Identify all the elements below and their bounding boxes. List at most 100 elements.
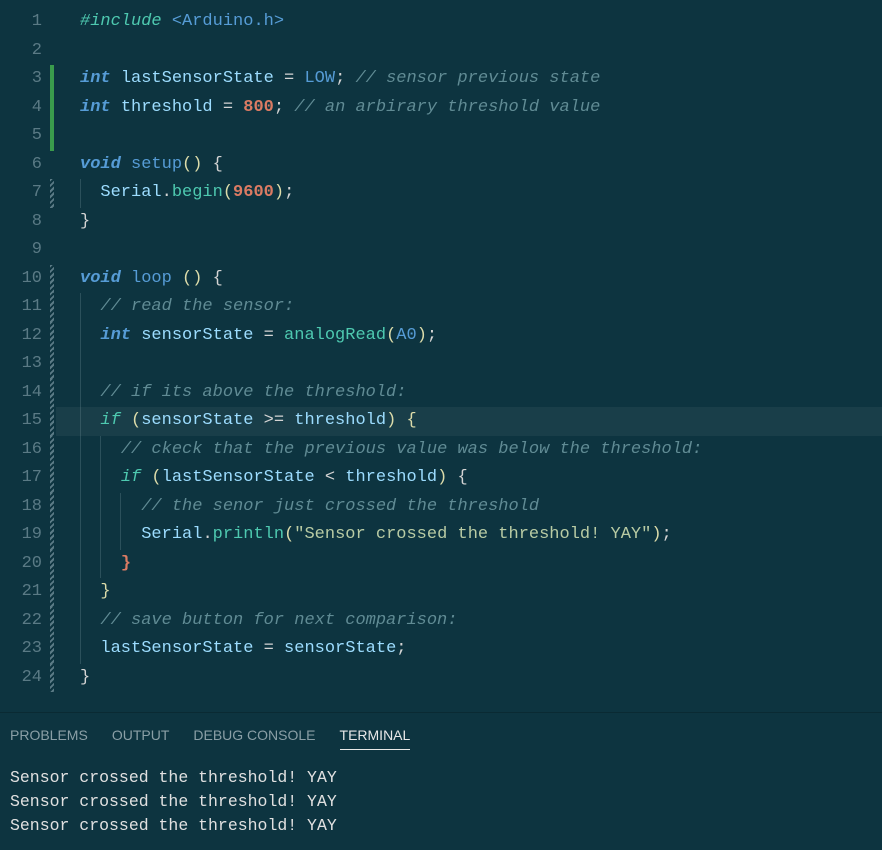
token-paren: )	[437, 468, 447, 487]
line-number: 11	[0, 293, 50, 322]
line-number: 19	[0, 521, 50, 550]
token-punc: ;	[662, 525, 672, 544]
code-line[interactable]: // the senor just crossed the threshold	[56, 493, 882, 522]
token-var: lastSensorState	[100, 639, 253, 658]
code-line[interactable]: void loop () {	[56, 265, 882, 294]
token-punc: ;	[427, 326, 437, 345]
token-keyword: if	[121, 468, 141, 487]
change-marker	[50, 521, 54, 550]
tab-debug-console[interactable]: DEBUG CONSOLE	[193, 721, 315, 750]
code-line[interactable]	[56, 122, 882, 151]
token-brace: {	[458, 468, 468, 487]
code-line[interactable]	[56, 236, 882, 265]
change-marker	[50, 8, 54, 37]
token-var: lastSensorState	[162, 468, 315, 487]
token-paren: )	[192, 269, 202, 288]
token-type: int	[80, 98, 111, 117]
token-func: setup	[131, 155, 182, 174]
code-line[interactable]: int lastSensorState = LOW; // sensor pre…	[56, 65, 882, 94]
line-number: 12	[0, 322, 50, 351]
token-include: #include	[80, 12, 162, 31]
token-call: println	[213, 525, 284, 544]
token-var: sensorState	[284, 639, 396, 658]
line-number: 17	[0, 464, 50, 493]
tab-problems[interactable]: PROBLEMS	[10, 721, 88, 750]
token-comment: // if its above the threshold:	[100, 383, 406, 402]
token-num: 800	[243, 98, 274, 117]
token-paren: )	[417, 326, 427, 345]
token-paren: (	[131, 411, 141, 430]
token-paren: )	[192, 155, 202, 174]
change-marker	[50, 635, 54, 664]
token-brace: {	[213, 155, 223, 174]
token-paren: )	[274, 183, 284, 202]
change-marker	[50, 607, 54, 636]
line-number: 9	[0, 236, 50, 265]
code-line[interactable]: #include <Arduino.h>	[56, 8, 882, 37]
token-paren: (	[284, 525, 294, 544]
code-line[interactable]: }	[56, 578, 882, 607]
code-line[interactable]: lastSensorState = sensorState;	[56, 635, 882, 664]
tab-output[interactable]: OUTPUT	[112, 721, 170, 750]
code-line[interactable]: Serial.begin(9600);	[56, 179, 882, 208]
change-marker	[50, 179, 54, 208]
change-marker	[50, 664, 54, 693]
change-marker	[50, 379, 54, 408]
code-line[interactable]: Serial.println("Sensor crossed the thres…	[56, 521, 882, 550]
line-number: 2	[0, 37, 50, 66]
code-line[interactable]: // if its above the threshold:	[56, 379, 882, 408]
token-keyword: if	[100, 411, 120, 430]
terminal-line: Sensor crossed the threshold! YAY	[10, 766, 872, 790]
change-marker	[50, 436, 54, 465]
code-line[interactable]: }	[56, 664, 882, 693]
change-marker	[50, 322, 54, 351]
code-line[interactable]: }	[56, 208, 882, 237]
code-editor[interactable]: 123456789101112131415161718192021222324 …	[0, 0, 882, 712]
token-brace: }	[121, 554, 131, 573]
code-area[interactable]: #include <Arduino.h> int lastSensorState…	[56, 0, 882, 712]
line-number: 6	[0, 151, 50, 180]
token-type: int	[80, 69, 111, 88]
token-paren: (	[151, 468, 161, 487]
token-op: <	[325, 468, 335, 487]
code-line[interactable]: }	[56, 550, 882, 579]
tab-terminal[interactable]: TERMINAL	[340, 721, 411, 750]
change-marker	[50, 407, 54, 436]
token-punc: ;	[284, 183, 294, 202]
terminal-output[interactable]: Sensor crossed the threshold! YAY Sensor…	[10, 760, 872, 838]
token-var: threshold	[294, 411, 386, 430]
line-number: 20	[0, 550, 50, 579]
change-marker	[50, 65, 54, 94]
token-var: Serial	[100, 183, 161, 202]
line-number: 22	[0, 607, 50, 636]
code-line[interactable]	[56, 350, 882, 379]
token-paren: (	[182, 269, 192, 288]
line-number: 4	[0, 94, 50, 123]
code-line[interactable]: int sensorState = analogRead(A0);	[56, 322, 882, 351]
token-string: "Sensor crossed the threshold! YAY"	[294, 525, 651, 544]
code-line[interactable]: if (lastSensorState < threshold) {	[56, 464, 882, 493]
change-marker	[50, 350, 54, 379]
code-line[interactable]: // read the sensor:	[56, 293, 882, 322]
terminal-line: Sensor crossed the threshold! YAY	[10, 790, 872, 814]
line-number: 15	[0, 407, 50, 436]
line-number: 14	[0, 379, 50, 408]
token-punc: ;	[274, 98, 284, 117]
code-line[interactable]: void setup() {	[56, 151, 882, 180]
token-brace: }	[80, 668, 90, 687]
line-number: 21	[0, 578, 50, 607]
code-line[interactable]	[56, 37, 882, 66]
code-line[interactable]: if (sensorState >= threshold) {	[56, 407, 882, 436]
token-paren: )	[651, 525, 661, 544]
token-var: threshold	[345, 468, 437, 487]
code-line[interactable]: // ckeck that the previous value was bel…	[56, 436, 882, 465]
code-line[interactable]: // save button for next comparison:	[56, 607, 882, 636]
token-type: int	[100, 326, 131, 345]
token-brace: {	[406, 411, 416, 430]
line-number: 13	[0, 350, 50, 379]
line-number: 18	[0, 493, 50, 522]
token-comment: // save button for next comparison:	[100, 611, 457, 630]
change-marker	[50, 37, 54, 66]
line-number-gutter: 123456789101112131415161718192021222324	[0, 0, 50, 712]
code-line[interactable]: int threshold = 800; // an arbirary thre…	[56, 94, 882, 123]
